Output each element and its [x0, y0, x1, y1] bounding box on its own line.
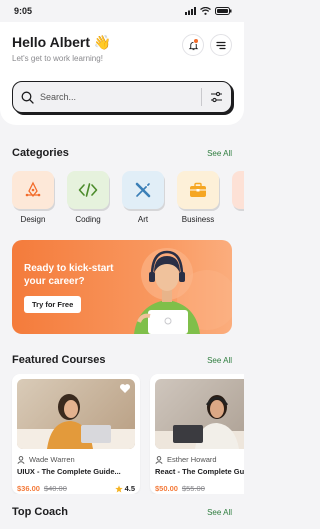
wifi-icon — [200, 7, 211, 15]
category-art[interactable]: Art — [122, 171, 164, 224]
filter-icon[interactable] — [210, 91, 223, 103]
author-name: Wade Warren — [29, 455, 75, 464]
course-old-price: $40.00 — [43, 484, 67, 493]
category-label: Coding — [75, 215, 101, 224]
menu-button[interactable] — [210, 34, 232, 56]
category-label: Design — [20, 215, 46, 224]
categories-header: Categories See All — [0, 147, 244, 159]
code-icon — [78, 183, 98, 197]
try-for-free-button[interactable]: Try for Free — [24, 296, 82, 313]
categories-see-all-link[interactable]: See All — [207, 149, 232, 158]
notification-button[interactable] — [182, 34, 204, 56]
category-label: Business — [181, 215, 215, 224]
search-icon — [21, 91, 34, 104]
category-design[interactable]: Design — [12, 171, 54, 224]
top-coach-header: Top Coach See All — [0, 506, 244, 518]
promo-banner: Ready to kick-start your career? Try for… — [12, 240, 232, 334]
course-author: Esther Howard — [155, 455, 244, 464]
top-coach-see-all-link[interactable]: See All — [207, 508, 232, 517]
course-thumbnail — [155, 379, 244, 449]
greeting-subtitle: Let's get to work learning! — [12, 54, 103, 63]
star-icon — [114, 484, 123, 492]
course-thumbnail — [17, 379, 135, 449]
category-tile — [232, 171, 244, 209]
greeting-title: Hello Albert 👋 — [12, 34, 112, 50]
search-bar — [12, 81, 232, 113]
status-icons — [185, 7, 232, 15]
menu-icon — [216, 41, 226, 49]
category-marketing[interactable]: Ma — [232, 171, 244, 224]
course-rating: 4.5 — [114, 484, 135, 493]
status-bar: 9:05 — [0, 0, 244, 22]
category-label: Art — [137, 215, 149, 224]
category-tile — [67, 171, 109, 209]
course-title: React - The Complete Guide... — [155, 467, 244, 476]
header-card: Hello Albert 👋 Let's get to work learnin… — [0, 22, 244, 125]
featured-header: Featured Courses See All — [0, 354, 244, 366]
course-photo — [155, 395, 244, 449]
course-author: Wade Warren — [17, 455, 135, 464]
battery-icon — [215, 7, 232, 15]
briefcase-icon — [190, 182, 206, 197]
user-icon — [17, 455, 25, 464]
banner-headline: Ready to kick-start your career? — [24, 263, 114, 287]
category-tile — [122, 171, 164, 209]
category-tile — [177, 171, 219, 209]
course-title: UIUX - The Complete Guide... — [17, 467, 121, 476]
course-price: $50.00 — [155, 484, 178, 493]
search-input[interactable] — [40, 92, 201, 102]
rating-value: 4.5 — [124, 484, 135, 493]
course-card[interactable]: Esther Howard React - The Complete Guide… — [150, 374, 244, 494]
status-time: 9:05 — [14, 6, 33, 16]
course-price: $36.00 — [17, 484, 40, 493]
top-coach-title: Top Coach — [12, 506, 69, 518]
notification-badge — [193, 38, 199, 44]
user-icon — [155, 455, 163, 464]
category-business[interactable]: Business — [177, 171, 219, 224]
category-tile — [12, 171, 54, 209]
course-card[interactable]: Wade Warren UIUX - The Complete Guide...… — [12, 374, 140, 494]
author-name: Esther Howard — [167, 455, 217, 464]
featured-courses-list: Wade Warren UIUX - The Complete Guide...… — [0, 374, 244, 494]
course-price-row: $36.00 $40.00 4.5 — [17, 484, 135, 493]
course-price-row: $50.00 $55.00 — [155, 484, 244, 493]
categories-title: Categories — [12, 147, 69, 159]
categories-list: Design Coding Art Business Ma — [0, 171, 244, 224]
pen-tool-icon — [25, 181, 41, 198]
course-photo — [17, 394, 135, 449]
category-coding[interactable]: Coding — [67, 171, 109, 224]
signal-icon — [185, 7, 196, 15]
course-old-price: $55.00 — [181, 484, 205, 493]
featured-see-all-link[interactable]: See All — [207, 356, 232, 365]
featured-title: Featured Courses — [12, 354, 106, 366]
heart-icon[interactable] — [119, 383, 131, 394]
search-divider — [201, 88, 202, 106]
pencil-ruler-icon — [135, 182, 151, 198]
